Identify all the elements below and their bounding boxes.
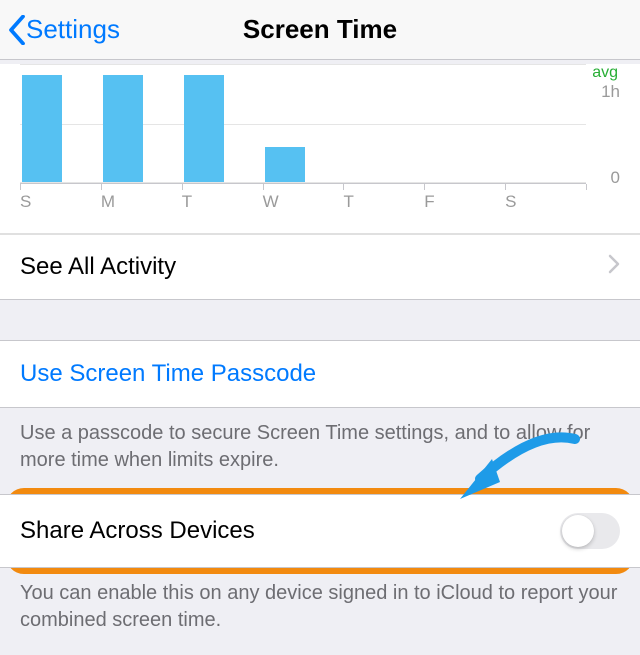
share-row-highlight-wrap: Share Across Devices	[0, 494, 640, 568]
navbar: Settings Screen Time	[0, 0, 640, 60]
x-tick: F	[424, 192, 505, 212]
share-toggle[interactable]	[560, 513, 620, 549]
x-tick: W	[263, 192, 344, 212]
use-passcode-row[interactable]: Use Screen Time Passcode	[0, 340, 640, 408]
back-label: Settings	[26, 14, 120, 45]
use-passcode-label: Use Screen Time Passcode	[20, 360, 316, 388]
share-across-devices-row[interactable]: Share Across Devices	[0, 494, 640, 568]
chart-bar	[182, 75, 263, 183]
chart-bar	[263, 147, 344, 183]
x-tick: T	[343, 192, 424, 212]
x-tick: S	[20, 192, 101, 212]
share-footer: You can enable this on any device signed…	[0, 568, 640, 654]
chart-bars	[20, 64, 586, 184]
share-label: Share Across Devices	[20, 517, 255, 545]
see-all-activity-row[interactable]: See All Activity	[0, 234, 640, 300]
toggle-knob	[562, 515, 594, 547]
see-all-label: See All Activity	[20, 253, 176, 281]
page-title: Screen Time	[243, 14, 397, 45]
x-tick: S	[505, 192, 586, 212]
usage-chart: avg 1h 0 SMTWTFS	[0, 64, 640, 234]
passcode-footer: Use a passcode to secure Screen Time set…	[0, 408, 640, 494]
x-axis-labels: SMTWTFS	[20, 184, 620, 212]
y-axis-labels: 1h 0	[586, 64, 620, 184]
chart-bar	[20, 75, 101, 183]
chart-bar	[101, 75, 182, 183]
chevron-left-icon	[8, 15, 26, 45]
x-tick: T	[182, 192, 263, 212]
x-tick: M	[101, 192, 182, 212]
back-button[interactable]: Settings	[8, 14, 120, 45]
chevron-right-icon	[608, 253, 620, 281]
